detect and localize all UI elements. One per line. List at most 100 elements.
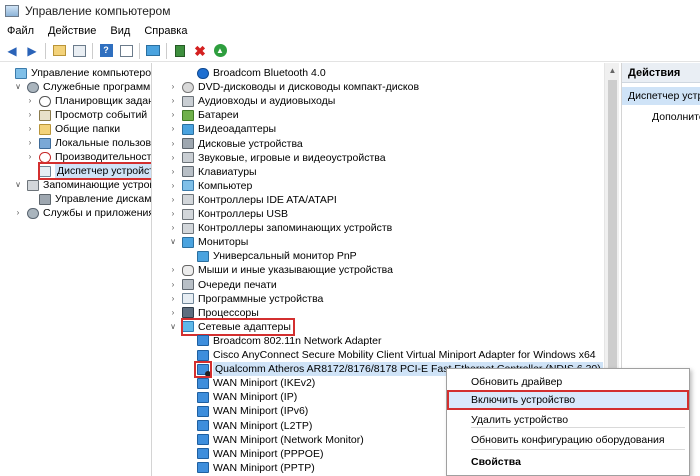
context-menu-item-4[interactable]: Обновить конфигурацию оборудования <box>447 430 689 450</box>
snd-icon <box>182 95 194 107</box>
collapse-chevron-icon[interactable]: ∨ <box>169 320 177 334</box>
collapse-chevron-icon[interactable]: ∨ <box>14 178 22 192</box>
console-tree-item[interactable]: › Локальные пользовате <box>26 136 151 150</box>
device-tree-item[interactable]: WAN Miniport (Network Monitor) <box>184 433 364 447</box>
expand-chevron-icon[interactable]: › <box>169 165 177 179</box>
console-tree-label: Управление компьютером (л <box>31 67 152 79</box>
expand-chevron-icon[interactable]: › <box>26 122 34 136</box>
device-tree-label: Универсальный монитор PnP <box>213 250 357 263</box>
actions-device-manager[interactable]: Диспетчер устро <box>622 87 700 105</box>
expand-chevron-icon[interactable]: › <box>169 179 177 193</box>
actions-more[interactable]: Дополнител <box>622 108 700 126</box>
properties-icon[interactable] <box>71 43 87 59</box>
device-tree-item[interactable]: › Клавиатуры <box>169 165 257 179</box>
expand-chevron-icon[interactable]: › <box>169 94 177 108</box>
console-tree-item[interactable]: › Планировщик заданий <box>26 94 151 108</box>
console-tree-item[interactable]: ∨ Запоминающие устройст <box>14 178 151 192</box>
console-tree-item[interactable]: › Просмотр событий <box>26 108 148 122</box>
console-tree-item[interactable]: › Общие папки <box>26 122 120 136</box>
device-tree-item[interactable]: › Батареи <box>169 108 239 122</box>
device-tree-item[interactable]: › Видеоадаптеры <box>169 122 276 136</box>
scroll-up-arrow-icon[interactable]: ▲ <box>605 63 620 78</box>
expand-chevron-icon[interactable]: › <box>169 151 177 165</box>
forward-arrow-icon[interactable]: ▶ <box>24 43 40 59</box>
expand-chevron-icon[interactable]: › <box>26 94 34 108</box>
hdd-icon <box>182 138 194 149</box>
device-tree-item[interactable]: Broadcom 802.11n Network Adapter <box>184 334 382 348</box>
expand-chevron-icon[interactable]: › <box>26 136 34 150</box>
expand-chevron-icon[interactable]: › <box>169 80 177 94</box>
menu-bar: Файл Действие Вид Справка <box>0 22 700 40</box>
context-menu-item-1[interactable]: Обновить драйвер <box>447 372 689 392</box>
back-arrow-icon[interactable]: ◀ <box>4 43 20 59</box>
device-tree-label: Компьютер <box>198 179 253 192</box>
device-tree-item[interactable]: › Компьютер <box>169 179 253 193</box>
console-tree-item[interactable]: Управление дисками <box>26 192 151 206</box>
device-tree-item[interactable]: › Контроллеры запоминающих устройств <box>169 221 393 235</box>
expand-chevron-icon[interactable]: › <box>169 221 177 235</box>
context-menu-item-2[interactable]: Включить устройство <box>447 390 689 410</box>
disk-icon <box>182 194 194 206</box>
hdd-icon <box>39 193 51 205</box>
device-tree-item[interactable]: WAN Miniport (PPTP) <box>184 461 315 475</box>
menu-action[interactable]: Действие <box>41 25 103 37</box>
adapt-icon <box>197 391 209 403</box>
expand-chevron-icon[interactable]: › <box>169 263 177 277</box>
device-tree-item[interactable]: › Мыши и иные указывающие устройства <box>169 263 393 277</box>
device-tree-label: Контроллеры USB <box>198 208 288 220</box>
menu-view[interactable]: Вид <box>103 25 137 37</box>
update-driver-icon[interactable] <box>172 43 188 59</box>
device-tree-item[interactable]: WAN Miniport (L2TP) <box>184 419 312 433</box>
device-tree-item[interactable]: Cisco AnyConnect Secure Mobility Client … <box>184 348 596 362</box>
expand-chevron-icon[interactable]: › <box>26 150 34 164</box>
monitor-icon[interactable] <box>145 43 161 59</box>
expand-chevron-icon[interactable]: › <box>169 278 177 292</box>
expand-chevron-icon[interactable]: › <box>169 306 177 320</box>
console-tree-item[interactable]: ∨ Служебные программы <box>14 80 151 94</box>
device-tree-item[interactable]: Универсальный монитор PnP <box>184 249 357 263</box>
help-icon[interactable]: ? <box>98 43 114 59</box>
device-tree-item[interactable]: WAN Miniport (IPv6) <box>184 404 308 418</box>
collapse-chevron-icon[interactable]: ∨ <box>169 235 177 249</box>
expand-chevron-icon[interactable]: › <box>26 108 34 122</box>
device-tree-item[interactable]: › Очереди печати <box>169 278 277 292</box>
expand-chevron-icon[interactable]: › <box>169 137 177 151</box>
context-menu-item-5[interactable]: Свойства <box>447 452 689 472</box>
device-tree-item[interactable]: Broadcom Bluetooth 4.0 <box>184 66 326 80</box>
device-tree-item[interactable]: › Звуковые, игровые и видеоустройства <box>169 151 386 165</box>
pc-icon <box>182 180 194 192</box>
expand-chevron-icon[interactable]: › <box>169 122 177 136</box>
device-tree-item[interactable]: WAN Miniport (PPPOE) <box>184 447 323 461</box>
toolbar-divider <box>166 42 167 59</box>
expand-chevron-icon[interactable]: › <box>169 193 177 207</box>
collapse-chevron-icon[interactable]: ∨ <box>14 80 22 94</box>
console-tree-item[interactable]: › Службы и приложения <box>14 206 151 220</box>
device-tree-label: Cisco AnyConnect Secure Mobility Client … <box>213 349 596 361</box>
device-tree-label: Звуковые, игровые и видеоустройства <box>198 151 386 164</box>
menu-file[interactable]: Файл <box>0 25 41 37</box>
device-tree-item[interactable]: › Аудиовходы и аудиовыходы <box>169 94 336 108</box>
device-tree-item[interactable]: WAN Miniport (IKEv2) <box>184 376 315 390</box>
kb-icon <box>182 279 194 290</box>
expand-chevron-icon[interactable]: › <box>169 292 177 306</box>
expand-chevron-icon[interactable]: › <box>169 207 177 221</box>
menu-help[interactable]: Справка <box>137 25 194 37</box>
device-tree-label: WAN Miniport (PPTP) <box>213 461 315 474</box>
device-tree-label: WAN Miniport (L2TP) <box>213 419 313 432</box>
device-tree-item[interactable]: WAN Miniport (IP) <box>184 390 297 404</box>
expand-chevron-icon[interactable]: › <box>14 206 22 220</box>
device-tree-item[interactable]: › Контроллеры IDE ATA/ATAPI <box>169 193 337 207</box>
adapt-icon <box>197 420 209 431</box>
show-pane-icon[interactable] <box>118 43 134 59</box>
device-tree-item[interactable]: › Дисковые устройства <box>169 137 303 151</box>
device-tree-item[interactable]: ∨ Мониторы <box>169 235 248 249</box>
device-tree-item[interactable]: › DVD-дисководы и дисководы компакт-диско… <box>169 80 419 94</box>
console-tree-label: Локальные пользовате <box>55 137 151 149</box>
console-tree-item[interactable]: Управление компьютером (л <box>2 66 152 80</box>
enable-device-icon[interactable]: ▲ <box>212 43 228 59</box>
uninstall-icon[interactable]: ✖ <box>192 43 208 59</box>
device-tree-item[interactable]: › Контроллеры USB <box>169 207 288 221</box>
up-folder-icon[interactable] <box>51 43 67 59</box>
device-tree-item[interactable]: › Программные устройства <box>169 292 324 306</box>
expand-chevron-icon[interactable]: › <box>169 108 177 122</box>
